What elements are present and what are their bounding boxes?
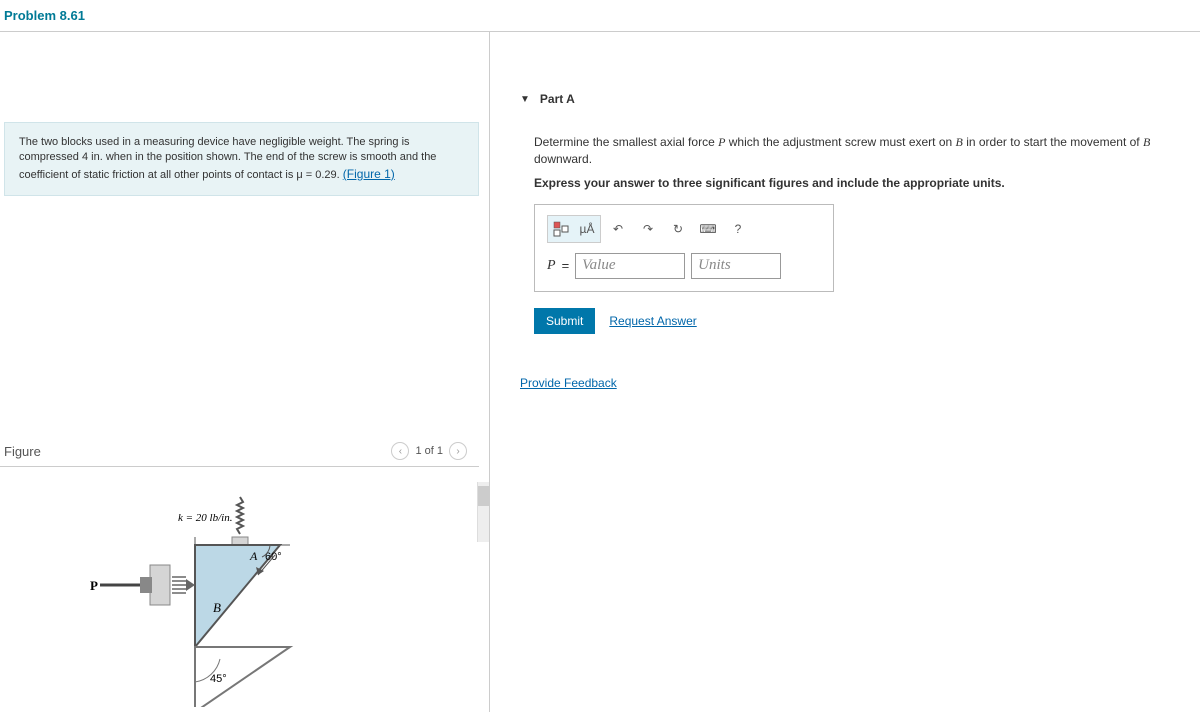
header: Problem 8.61 [0,0,1200,32]
figure-header: Figure ‹ 1 of 1 › [0,436,479,467]
redo-button[interactable]: ↷ [635,216,661,242]
undo-button[interactable]: ↶ [605,216,631,242]
diag-A: A [249,549,258,563]
diag-k: k = 20 lb/in. [178,512,232,524]
content-split: The two blocks used in a measuring devic… [0,32,1200,712]
pager-prev-button[interactable]: ‹ [391,442,409,460]
provide-feedback-link[interactable]: Provide Feedback [520,376,617,390]
left-column: The two blocks used in a measuring devic… [0,32,490,712]
answer-box: µÅ ↶ ↷ ↻ ⌨ ? P = [534,204,834,292]
submit-button[interactable]: Submit [534,308,595,334]
scrollbar[interactable] [477,482,489,542]
answer-line: P = [547,253,821,279]
instruction-text: Express your answer to three significant… [534,176,1182,190]
units-button[interactable]: µÅ [574,216,600,242]
pager-text: 1 of 1 [415,445,443,457]
help-button[interactable]: ? [725,216,751,242]
request-answer-link[interactable]: Request Answer [609,314,696,328]
value-input[interactable] [575,253,685,279]
figure-link[interactable]: (Figure 1) [343,167,395,181]
pager-next-button[interactable]: › [449,442,467,460]
answer-variable: P [547,258,556,274]
figure-image: k = 20 lb/in. A 60° P B 45° [0,467,489,710]
templates-button[interactable] [548,216,574,242]
answer-toolbar: µÅ ↶ ↷ ↻ ⌨ ? [547,215,821,243]
collapse-icon: ▼ [520,94,530,105]
reset-button[interactable]: ↻ [665,216,691,242]
part-header[interactable]: ▼ Part A [520,92,1182,106]
feedback-row: Provide Feedback [520,376,1182,390]
part-label: Part A [540,92,575,106]
diag-45: 45° [210,673,227,685]
question-text: Determine the smallest axial force P whi… [534,134,1182,168]
figure-label: Figure [4,444,41,459]
units-input[interactable] [691,253,781,279]
figure-pager: ‹ 1 of 1 › [391,442,467,460]
actions-row: Submit Request Answer [534,308,1182,334]
diag-B: B [213,600,221,615]
problem-title: Problem 8.61 [4,8,85,23]
keyboard-button[interactable]: ⌨ [695,216,721,242]
right-column: ▼ Part A Determine the smallest axial fo… [490,32,1200,712]
diag-P: P [90,578,98,593]
problem-statement: The two blocks used in a measuring devic… [4,122,479,196]
equals-sign: = [562,258,570,273]
